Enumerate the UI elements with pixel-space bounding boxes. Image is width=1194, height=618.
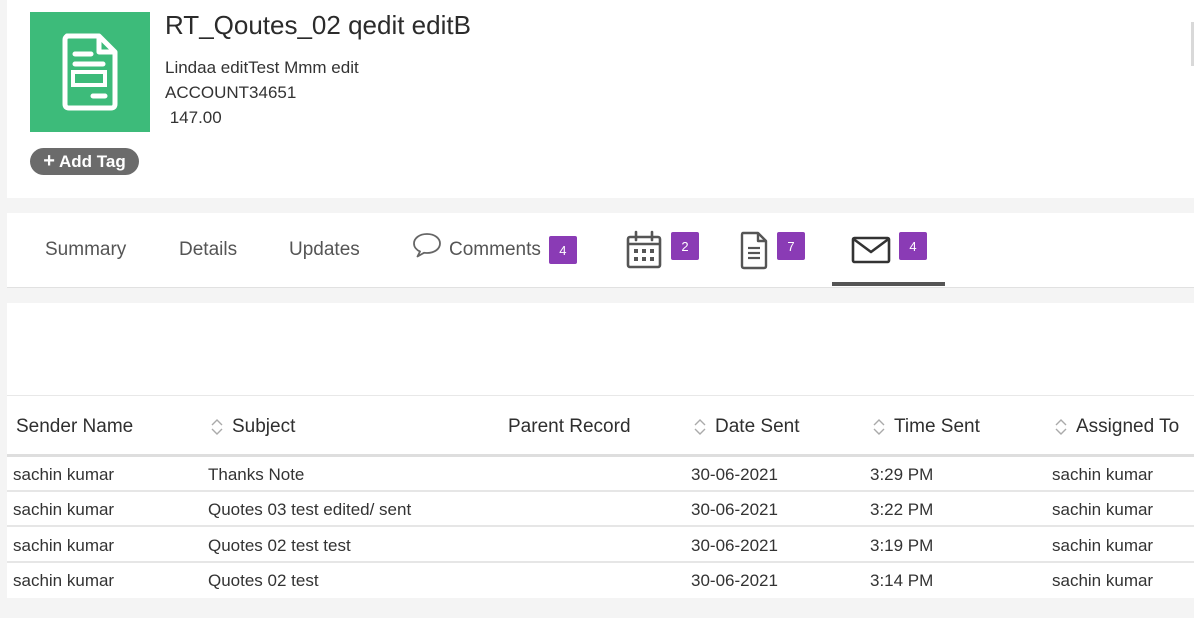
- record-amount: 147.00: [165, 108, 222, 127]
- add-tag-button[interactable]: + Add Tag: [30, 148, 139, 175]
- calendar-count-badge: 2: [671, 232, 699, 260]
- tab-comments[interactable]: Comments 4: [411, 213, 577, 287]
- calendar-icon: [625, 230, 663, 270]
- add-tag-label: Add Tag: [58, 151, 126, 171]
- tab-emails[interactable]: 4: [851, 213, 927, 287]
- cell-time-sent: 3:22 PM: [870, 500, 934, 519]
- sort-icon[interactable]: [693, 417, 707, 437]
- tab-updates[interactable]: Updates: [289, 213, 360, 287]
- record-title: RT_Qoutes_02 qedit editB: [165, 10, 471, 40]
- tab-documents[interactable]: 7: [739, 213, 805, 287]
- record-header: RT_Qoutes_02 qedit editB Lindaa editTest…: [7, 0, 1194, 198]
- email-table: Sender Name Subject Parent Record Date S…: [7, 303, 1194, 598]
- cell-date-sent: 30-06-2021: [691, 571, 778, 590]
- column-header-label: Subject: [232, 416, 296, 437]
- tab-summary-label: Summary: [45, 239, 127, 260]
- comments-count-badge: 4: [548, 236, 577, 264]
- sort-icon[interactable]: [210, 417, 224, 437]
- document-icon: [739, 230, 769, 270]
- cell-sender: sachin kumar: [13, 571, 115, 590]
- envelope-icon: [851, 235, 891, 265]
- column-header-date-sent[interactable]: Date Sent: [693, 397, 800, 457]
- cell-sender: sachin kumar: [13, 500, 115, 519]
- tab-updates-label: Updates: [289, 239, 360, 260]
- cell-subject[interactable]: Quotes 03 test edited/ sent: [208, 492, 411, 527]
- cell-assigned-to: sachin kumar: [1052, 571, 1154, 590]
- tab-summary[interactable]: Summary: [45, 213, 126, 287]
- document-icon: [30, 12, 150, 132]
- column-header-parent-record[interactable]: Parent Record: [508, 397, 631, 457]
- column-header-subject[interactable]: Subject: [210, 397, 295, 457]
- cell-time-sent: 3:14 PM: [870, 571, 934, 590]
- column-header-label: Parent Record: [508, 416, 631, 437]
- record-account[interactable]: ACCOUNT34651: [165, 83, 296, 103]
- cell-assigned-to: sachin kumar: [1052, 465, 1154, 484]
- column-header-label: Sender Name: [16, 416, 134, 437]
- cell-sender: sachin kumar: [13, 536, 115, 555]
- table-row[interactable]: sachin kumar Quotes 02 test 30-06-2021 3…: [7, 563, 1194, 598]
- table-row[interactable]: sachin kumar Thanks Note 30-06-2021 3:29…: [7, 457, 1194, 492]
- column-header-label: Date Sent: [715, 416, 800, 437]
- cell-time-sent: 3:19 PM: [870, 536, 934, 555]
- table-row[interactable]: sachin kumar Quotes 03 test edited/ sent…: [7, 492, 1194, 527]
- record-contact[interactable]: Lindaa editTest Mmm edit: [165, 58, 359, 78]
- cell-subject[interactable]: Quotes 02 test: [208, 563, 319, 598]
- documents-count-badge: 7: [777, 232, 805, 260]
- table-row[interactable]: sachin kumar Quotes 02 test test 30-06-2…: [7, 528, 1194, 563]
- cell-assigned-to: sachin kumar: [1052, 500, 1154, 519]
- sort-icon[interactable]: [1054, 417, 1068, 437]
- cell-date-sent: 30-06-2021: [691, 465, 778, 484]
- tab-calendar[interactable]: 2: [625, 213, 699, 287]
- column-header-assigned-to[interactable]: Assigned To: [1054, 397, 1179, 457]
- cell-subject[interactable]: Thanks Note: [208, 457, 304, 492]
- column-header-sender-name[interactable]: Sender Name: [16, 397, 133, 457]
- column-header-label: Assigned To: [1076, 416, 1180, 437]
- table-toolbar-area: [7, 303, 1194, 396]
- cell-subject[interactable]: Quotes 02 test test: [208, 528, 351, 563]
- cell-date-sent: 30-06-2021: [691, 500, 778, 519]
- active-tab-indicator: [832, 282, 945, 286]
- tab-details-label: Details: [179, 239, 238, 260]
- tab-bar: Summary Details Updates Comments 4 2 7 4: [7, 213, 1194, 288]
- tab-details[interactable]: Details: [179, 213, 237, 287]
- plus-icon: +: [43, 149, 55, 172]
- cell-date-sent: 30-06-2021: [691, 536, 778, 555]
- tab-comments-label: Comments: [449, 239, 541, 260]
- cell-assigned-to: sachin kumar: [1052, 536, 1154, 555]
- emails-count-badge: 4: [899, 232, 927, 260]
- comment-icon: [411, 231, 443, 259]
- sort-icon[interactable]: [872, 417, 886, 437]
- cell-sender: sachin kumar: [13, 465, 115, 484]
- column-header-time-sent[interactable]: Time Sent: [872, 397, 980, 457]
- cell-time-sent: 3:29 PM: [870, 465, 934, 484]
- column-header-label: Time Sent: [894, 416, 980, 437]
